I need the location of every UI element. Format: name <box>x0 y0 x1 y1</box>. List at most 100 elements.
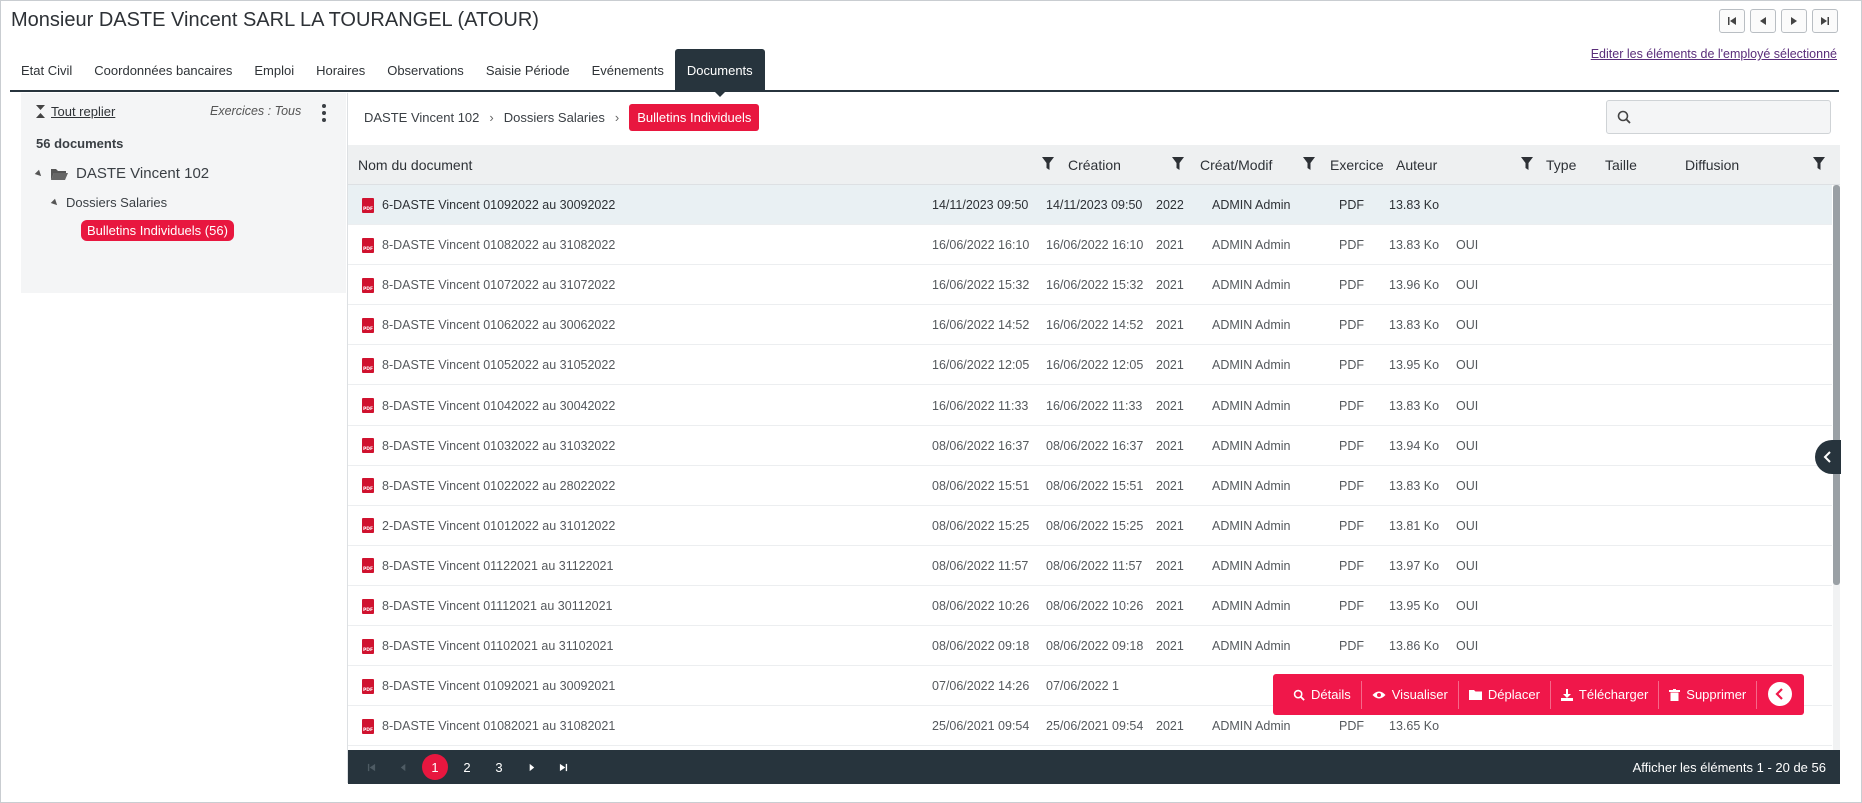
table-row[interactable]: 8-DASTE Vincent 01082022 au 31082022 16/0… <box>348 225 1832 266</box>
creation-cell: 25/06/2021 09:54 <box>932 719 1030 734</box>
table-row[interactable]: 8-DASTE Vincent 01102021 au 31102021 08/0… <box>348 626 1832 667</box>
document-name: 8-DASTE Vincent 01042022 au 30042022 <box>382 398 616 413</box>
document-name-cell[interactable]: 8-DASTE Vincent 01092021 au 30092021 <box>362 666 615 706</box>
type-cell: PDF <box>1339 198 1364 212</box>
previous-page-button[interactable] <box>390 754 416 780</box>
breadcrumb-item[interactable]: DASTE Vincent 102 <box>364 110 479 125</box>
document-name-cell[interactable]: 6-DASTE Vincent 01092022 au 30092022 <box>362 185 615 225</box>
edit-employee-link[interactable]: Editer les éléments de l'employé sélecti… <box>1591 47 1837 61</box>
document-name: 2-DASTE Vincent 01012022 au 31012022 <box>382 518 616 533</box>
filter-icon[interactable] <box>1521 157 1533 171</box>
deplacer-button[interactable]: Déplacer <box>1459 680 1551 709</box>
document-name-cell[interactable]: 8-DASTE Vincent 01022022 au 28022022 <box>362 466 615 506</box>
breadcrumb-item[interactable]: Dossiers Salaries <box>504 110 605 125</box>
auteur-cell: ADMIN Admin <box>1212 599 1291 613</box>
column-header-creation[interactable]: Création <box>1068 145 1121 185</box>
more-options-icon[interactable] <box>320 104 328 122</box>
expand-triangle-icon[interactable] <box>34 169 44 178</box>
exercice-cell: 2021 <box>1156 639 1184 654</box>
breadcrumb-active-item[interactable]: Bulletins Individuels <box>629 103 760 131</box>
table-row[interactable]: 6-DASTE Vincent 01092022 au 30092022 14/1… <box>348 185 1832 225</box>
document-count: 56 documents <box>36 136 124 151</box>
table-row[interactable]: 8-DASTE Vincent 01022022 au 28022022 08/0… <box>348 466 1832 506</box>
table-row[interactable]: 8-DASTE Vincent 01072022 au 31072022 16/0… <box>348 265 1832 306</box>
column-header-auteur[interactable]: Auteur <box>1396 145 1437 185</box>
next-record-button[interactable] <box>1781 9 1807 33</box>
modif-cell: 08/06/2022 09:18 <box>1046 639 1144 654</box>
document-name-cell[interactable]: 2-DASTE Vincent 01012022 au 31012022 <box>362 506 615 546</box>
visualiser-button[interactable]: Visualiser <box>1362 680 1459 709</box>
modif-cell: 16/06/2022 11:33 <box>1046 398 1143 413</box>
page-info: Afficher les éléments 1 - 20 de 56 <box>1632 759 1826 775</box>
document-name-cell[interactable]: 8-DASTE Vincent 01122021 au 31122021 <box>362 546 613 586</box>
last-page-button[interactable] <box>550 754 576 780</box>
collapse-all-link[interactable]: Tout replier <box>51 104 115 119</box>
tab-etat-civil[interactable]: Etat Civil <box>10 49 83 91</box>
page-button[interactable]: 2 <box>454 754 480 780</box>
tree-node-root[interactable]: DASTE Vincent 102 <box>34 165 209 182</box>
search-input[interactable] <box>1639 109 1809 125</box>
table-row[interactable]: 8-DASTE Vincent 01052022 au 31052022 16/0… <box>348 345 1832 386</box>
column-header-diffusion[interactable]: Diffusion <box>1685 145 1739 185</box>
tab-bar: Etat Civil Coordonnées bancaires Emploi … <box>10 49 765 97</box>
search-box[interactable] <box>1606 100 1831 134</box>
page-button-current[interactable]: 1 <box>422 754 448 780</box>
column-header-exercice[interactable]: Exercice <box>1330 145 1384 185</box>
document-name-cell[interactable]: 8-DASTE Vincent 01062022 au 30062022 <box>362 305 615 345</box>
table-row[interactable]: 8-DASTE Vincent 01122021 au 31122021 08/0… <box>348 546 1832 586</box>
pdf-file-icon <box>362 598 374 614</box>
previous-record-button[interactable] <box>1750 9 1776 33</box>
last-record-button[interactable] <box>1812 9 1838 33</box>
tab-coordonnees-bancaires[interactable]: Coordonnées bancaires <box>83 49 243 91</box>
table-row[interactable]: 8-DASTE Vincent 01112021 au 30112021 08/0… <box>348 586 1832 626</box>
column-header-name[interactable]: Nom du document <box>358 145 472 185</box>
details-button[interactable]: Détails <box>1283 680 1362 709</box>
table-row[interactable]: 8-DASTE Vincent 01042022 au 30042022 16/0… <box>348 386 1832 426</box>
column-header-taille[interactable]: Taille <box>1605 145 1637 185</box>
tab-evenements[interactable]: Evénements <box>581 49 675 91</box>
document-name-cell[interactable]: 8-DASTE Vincent 01052022 au 31052022 <box>362 345 615 385</box>
document-name: 8-DASTE Vincent 01072022 au 31072022 <box>382 278 616 293</box>
filter-icon[interactable] <box>1813 157 1825 171</box>
collapse-all-control[interactable]: Tout replier <box>36 104 115 119</box>
supprimer-button[interactable]: Supprimer <box>1659 680 1758 709</box>
column-header-modif[interactable]: Créat/Modif <box>1200 145 1272 185</box>
taille-cell: 13.94 Ko <box>1389 438 1440 453</box>
document-name-cell[interactable]: 8-DASTE Vincent 01072022 au 31072022 <box>362 265 615 305</box>
document-name-cell[interactable]: 8-DASTE Vincent 01082022 au 31082022 <box>362 225 615 265</box>
tab-saisie-periode[interactable]: Saisie Période <box>475 49 581 91</box>
record-navigation <box>1719 9 1838 33</box>
exercices-filter[interactable]: Exercices : Tous <box>210 104 301 118</box>
tab-documents[interactable]: Documents <box>674 49 765 97</box>
telecharger-button[interactable]: Télécharger <box>1551 680 1660 709</box>
table-row[interactable]: 8-DASTE Vincent 01062022 au 30062022 16/0… <box>348 305 1832 346</box>
filter-icon[interactable] <box>1172 157 1184 171</box>
document-name-cell[interactable]: 8-DASTE Vincent 01042022 au 30042022 <box>362 386 615 426</box>
first-page-button[interactable] <box>358 754 384 780</box>
document-name-cell[interactable]: 8-DASTE Vincent 01102021 au 31102021 <box>362 626 613 666</box>
eye-icon <box>1372 691 1386 698</box>
document-name-cell[interactable]: 8-DASTE Vincent 01112021 au 30112021 <box>362 586 613 626</box>
tree-node-dossiers[interactable]: Dossiers Salaries <box>50 195 167 210</box>
table-row[interactable]: 8-DASTE Vincent 01032022 au 31032022 08/0… <box>348 426 1832 466</box>
document-name-cell[interactable]: 8-DASTE Vincent 01082021 au 31082021 <box>362 706 615 746</box>
document-name-cell[interactable]: 8-DASTE Vincent 01032022 au 31032022 <box>362 426 615 466</box>
tab-observations[interactable]: Observations <box>376 49 475 91</box>
collapse-actions-button[interactable] <box>1768 682 1792 706</box>
first-record-button[interactable] <box>1719 9 1745 33</box>
page-button[interactable]: 3 <box>486 754 512 780</box>
expand-triangle-icon[interactable] <box>50 198 60 207</box>
next-page-button[interactable] <box>518 754 544 780</box>
pdf-file-icon <box>362 317 374 333</box>
filter-icon[interactable] <box>1042 157 1054 171</box>
tree-node-bulletins[interactable]: Bulletins Individuels (56) <box>81 220 234 241</box>
filter-icon[interactable] <box>1303 157 1315 171</box>
table-row[interactable]: 2-DASTE Vincent 01012022 au 31012022 08/0… <box>348 506 1832 546</box>
auteur-cell: ADMIN Admin <box>1212 198 1291 212</box>
column-header-type[interactable]: Type <box>1546 145 1576 185</box>
modif-cell: 07/06/2022 1 <box>1046 679 1119 694</box>
tab-emploi[interactable]: Emploi <box>243 49 305 91</box>
scrollbar-thumb[interactable] <box>1833 185 1840 585</box>
side-panel-toggle[interactable] <box>1815 440 1841 474</box>
tab-horaires[interactable]: Horaires <box>305 49 376 91</box>
